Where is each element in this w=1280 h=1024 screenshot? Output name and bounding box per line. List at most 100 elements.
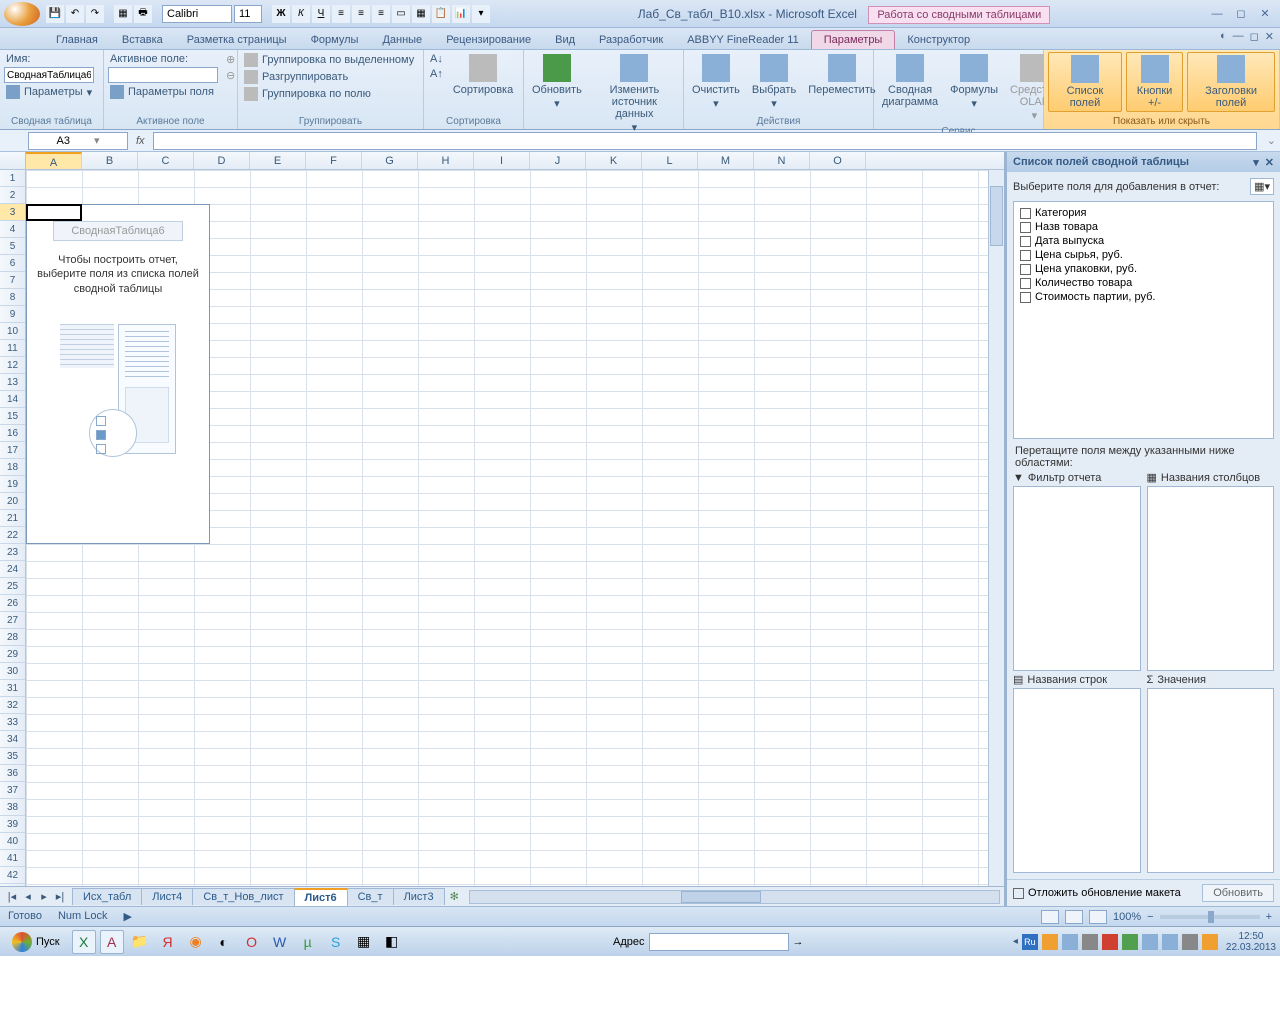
row-header[interactable]: 19 — [0, 476, 25, 493]
row-header[interactable]: 12 — [0, 357, 25, 374]
checkbox-icon[interactable] — [1020, 222, 1031, 233]
row-header[interactable]: 22 — [0, 527, 25, 544]
clear-button[interactable]: Очистить▾ — [688, 52, 744, 112]
row-header[interactable]: 3 — [0, 204, 25, 221]
taskbar-skype-icon[interactable]: S — [324, 930, 348, 954]
redo-icon[interactable]: ↷ — [86, 5, 104, 23]
horizontal-scrollbar[interactable] — [469, 890, 1000, 904]
new-sheet-icon[interactable]: ✻ — [444, 890, 465, 903]
row-header[interactable]: 41 — [0, 850, 25, 867]
sheet-tab[interactable]: Лист4 — [141, 888, 193, 905]
view-layout-icon[interactable] — [1065, 910, 1083, 924]
row-header[interactable]: 16 — [0, 425, 25, 442]
row-header[interactable]: 33 — [0, 714, 25, 731]
checkbox-icon[interactable] — [1020, 278, 1031, 289]
row-header[interactable]: 2 — [0, 187, 25, 204]
row-header[interactable]: 35 — [0, 748, 25, 765]
pivot-params-button[interactable]: Параметры ▾ — [4, 84, 94, 100]
taskbar-utorrent-icon[interactable]: µ — [296, 930, 320, 954]
field-params-button[interactable]: Параметры поля — [108, 84, 218, 100]
tray-icon[interactable] — [1082, 934, 1098, 950]
col-header[interactable]: F — [306, 152, 362, 169]
checkbox-icon[interactable] — [1020, 292, 1031, 303]
bold-icon[interactable]: Ж — [272, 5, 290, 23]
view-normal-icon[interactable] — [1041, 910, 1059, 924]
taskbar-word-icon[interactable]: W — [268, 930, 292, 954]
formulas-button[interactable]: Формулы▾ — [946, 52, 1002, 112]
row-header[interactable]: 37 — [0, 782, 25, 799]
row-header[interactable]: 4 — [0, 221, 25, 238]
taskbar-explorer-icon[interactable]: 📁 — [128, 930, 152, 954]
align-right-icon[interactable]: ≡ — [372, 5, 390, 23]
row-header[interactable]: 26 — [0, 595, 25, 612]
col-header[interactable]: B — [82, 152, 138, 169]
row-header[interactable]: 39 — [0, 816, 25, 833]
row-header[interactable]: 10 — [0, 323, 25, 340]
row-header[interactable]: 34 — [0, 731, 25, 748]
row-header[interactable]: 38 — [0, 799, 25, 816]
merge-icon[interactable]: ▭ — [392, 5, 410, 23]
tray-network-icon[interactable] — [1142, 934, 1158, 950]
tab-developer[interactable]: Разработчик — [587, 31, 675, 49]
start-button[interactable]: Пуск — [4, 930, 68, 954]
field-item[interactable]: Назв товара — [1018, 220, 1269, 234]
new-icon[interactable]: ▦ — [114, 5, 132, 23]
sheet-tab-active[interactable]: Лист6 — [294, 888, 348, 906]
tab-prev-icon[interactable]: ◂ — [20, 890, 36, 903]
tab-review[interactable]: Рецензирование — [434, 31, 543, 49]
col-header[interactable]: A — [26, 152, 82, 169]
move-button[interactable]: Переместить — [804, 52, 879, 98]
row-header[interactable]: 6 — [0, 255, 25, 272]
row-header[interactable]: 7 — [0, 272, 25, 289]
tray-icon[interactable] — [1122, 934, 1138, 950]
maximize-button[interactable]: ◻ — [1230, 6, 1252, 22]
pane-close-icon[interactable]: ✕ — [1265, 156, 1274, 169]
col-header[interactable]: I — [474, 152, 530, 169]
italic-icon[interactable]: К — [292, 5, 310, 23]
col-header[interactable]: D — [194, 152, 250, 169]
row-header[interactable]: 24 — [0, 561, 25, 578]
taskbar-chrome-icon[interactable]: ◐ — [212, 930, 236, 954]
close-button[interactable]: ✕ — [1254, 6, 1276, 22]
taskbar-yandex-icon[interactable]: Я — [156, 930, 180, 954]
col-header[interactable]: E — [250, 152, 306, 169]
taskbar-access-icon[interactable]: A — [100, 930, 124, 954]
row-header[interactable]: 17 — [0, 442, 25, 459]
paste-icon[interactable]: 📋 — [432, 5, 450, 23]
row-header[interactable]: 18 — [0, 459, 25, 476]
row-header[interactable]: 30 — [0, 663, 25, 680]
active-cell[interactable] — [26, 204, 82, 221]
row-header[interactable]: 13 — [0, 374, 25, 391]
row-header[interactable]: 9 — [0, 306, 25, 323]
rows-drop-area[interactable] — [1013, 688, 1141, 873]
select-button[interactable]: Выбрать▾ — [748, 52, 800, 112]
row-header[interactable]: 5 — [0, 238, 25, 255]
checkbox-icon[interactable] — [1020, 236, 1031, 247]
row-header[interactable]: 27 — [0, 612, 25, 629]
font-name-combo[interactable]: Calibri — [162, 5, 232, 23]
pane-menu-icon[interactable]: ▾ — [1253, 156, 1259, 169]
checkbox-icon[interactable] — [1020, 264, 1031, 275]
change-source-button[interactable]: Изменить источник данных▾ — [590, 52, 679, 136]
col-header[interactable]: O — [810, 152, 866, 169]
checkbox-icon[interactable] — [1020, 250, 1031, 261]
zoom-in-icon[interactable]: + — [1266, 911, 1272, 923]
col-header[interactable]: K — [586, 152, 642, 169]
pivot-name-input[interactable] — [4, 67, 94, 83]
sheet-tab[interactable]: Лист3 — [393, 888, 445, 905]
tab-next-icon[interactable]: ▸ — [36, 890, 52, 903]
undo-icon[interactable]: ↶ — [66, 5, 84, 23]
col-header[interactable]: G — [362, 152, 418, 169]
taskbar-media-icon[interactable]: ◉ — [184, 930, 208, 954]
row-header[interactable]: 14 — [0, 391, 25, 408]
tab-pagelayout[interactable]: Разметка страницы — [175, 31, 299, 49]
tab-view[interactable]: Вид — [543, 31, 587, 49]
row-header[interactable]: 31 — [0, 680, 25, 697]
row-header[interactable]: 1 — [0, 170, 25, 187]
row-header[interactable]: 8 — [0, 289, 25, 306]
row-header[interactable]: 25 — [0, 578, 25, 595]
align-center-icon[interactable]: ≡ — [352, 5, 370, 23]
field-item[interactable]: Количество товара — [1018, 276, 1269, 290]
update-button[interactable]: Обновить — [1202, 884, 1274, 902]
field-item[interactable]: Цена упаковки, руб. — [1018, 262, 1269, 276]
